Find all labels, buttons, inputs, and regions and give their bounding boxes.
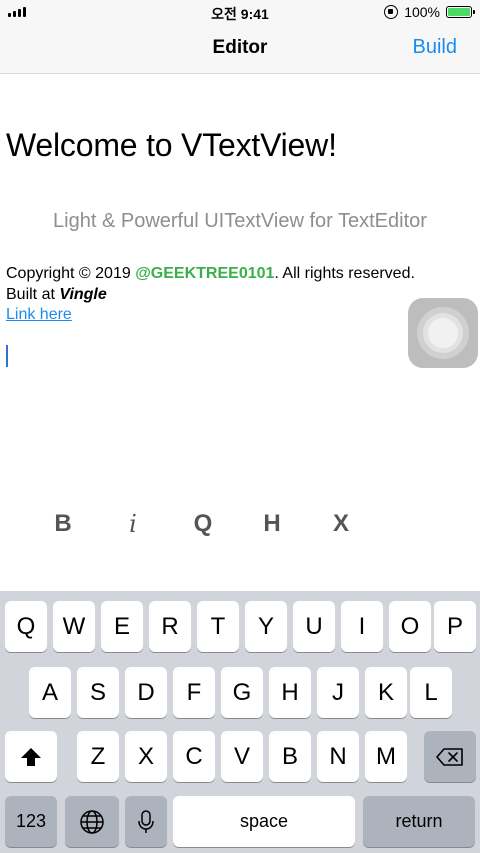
key-f[interactable]: F — [173, 667, 215, 718]
key-o[interactable]: O — [389, 601, 431, 652]
keyboard: Q W E R T Y U I O P A S D F G H J K L Z … — [0, 591, 480, 853]
key-u[interactable]: U — [293, 601, 335, 652]
key-z[interactable]: Z — [77, 731, 119, 782]
numbers-key[interactable]: 123 — [5, 796, 57, 847]
key-t[interactable]: T — [197, 601, 239, 652]
key-x[interactable]: X — [125, 731, 167, 782]
rotation-lock-icon — [384, 5, 399, 19]
nav-title: Editor — [212, 37, 268, 58]
backspace-icon — [436, 747, 463, 766]
key-s[interactable]: S — [77, 667, 119, 718]
backspace-key[interactable] — [424, 731, 476, 782]
key-g[interactable]: G — [221, 667, 263, 718]
key-n[interactable]: N — [317, 731, 359, 782]
globe-icon — [80, 809, 104, 834]
key-j[interactable]: J — [317, 667, 359, 718]
key-p[interactable]: P — [434, 601, 476, 652]
key-v[interactable]: V — [221, 731, 263, 782]
key-m[interactable]: M — [365, 731, 407, 782]
build-button[interactable]: Build — [413, 36, 457, 59]
key-b[interactable]: B — [269, 731, 311, 782]
key-l[interactable]: L — [410, 667, 452, 718]
key-q[interactable]: Q — [5, 601, 47, 652]
status-bar: 오전 9:41 100% — [0, 0, 480, 24]
built-name: Vingle — [59, 286, 107, 303]
key-w[interactable]: W — [53, 601, 95, 652]
text-editor[interactable]: Welcome to VTextView! Light & Powerful U… — [0, 75, 480, 515]
nav-bar: Editor Build — [0, 24, 480, 74]
key-h[interactable]: H — [269, 667, 311, 718]
editor-subtitle: Light & Powerful UITextView for TextEdit… — [53, 210, 427, 232]
key-i[interactable]: I — [341, 601, 383, 652]
quote-button[interactable]: Q — [183, 510, 223, 538]
clear-format-button[interactable]: X — [321, 510, 361, 538]
copyright-handle: @GEEKTREE0101 — [135, 265, 275, 282]
status-right: 100% — [384, 4, 475, 20]
link-here[interactable]: Link here — [6, 306, 72, 324]
battery-icon — [446, 6, 475, 18]
key-a[interactable]: A — [29, 667, 71, 718]
editor-heading: Welcome to VTextView! — [6, 127, 337, 163]
key-y[interactable]: Y — [245, 601, 287, 652]
key-k[interactable]: K — [365, 667, 407, 718]
key-e[interactable]: E — [101, 601, 143, 652]
italic-button[interactable]: i — [113, 510, 153, 538]
space-key[interactable]: space — [173, 796, 355, 847]
copyright-suffix: . All rights reserved. — [274, 265, 415, 282]
shift-key[interactable] — [5, 731, 57, 782]
return-key[interactable]: return — [363, 796, 475, 847]
globe-key[interactable] — [65, 796, 119, 847]
shift-icon — [21, 747, 41, 766]
header-button[interactable]: H — [252, 510, 292, 538]
built-line: Built at Vingle — [6, 285, 107, 305]
copyright-line: Copyright © 2019 @GEEKTREE0101. All righ… — [6, 264, 415, 284]
battery-fill — [448, 8, 470, 16]
built-prefix: Built at — [6, 286, 60, 303]
text-cursor — [6, 345, 8, 367]
format-toolbar: B i Q H X — [0, 510, 480, 546]
microphone-icon — [138, 809, 154, 833]
battery-percent: 100% — [404, 4, 440, 20]
key-d[interactable]: D — [125, 667, 167, 718]
assistive-touch-icon[interactable] — [408, 298, 478, 368]
screen: 오전 9:41 100% Editor Build Welcome to VTe… — [0, 0, 480, 853]
microphone-key[interactable] — [125, 796, 167, 847]
key-r[interactable]: R — [149, 601, 191, 652]
bold-button[interactable]: B — [43, 510, 83, 538]
key-c[interactable]: C — [173, 731, 215, 782]
copyright-prefix: Copyright © 2019 — [6, 265, 136, 282]
